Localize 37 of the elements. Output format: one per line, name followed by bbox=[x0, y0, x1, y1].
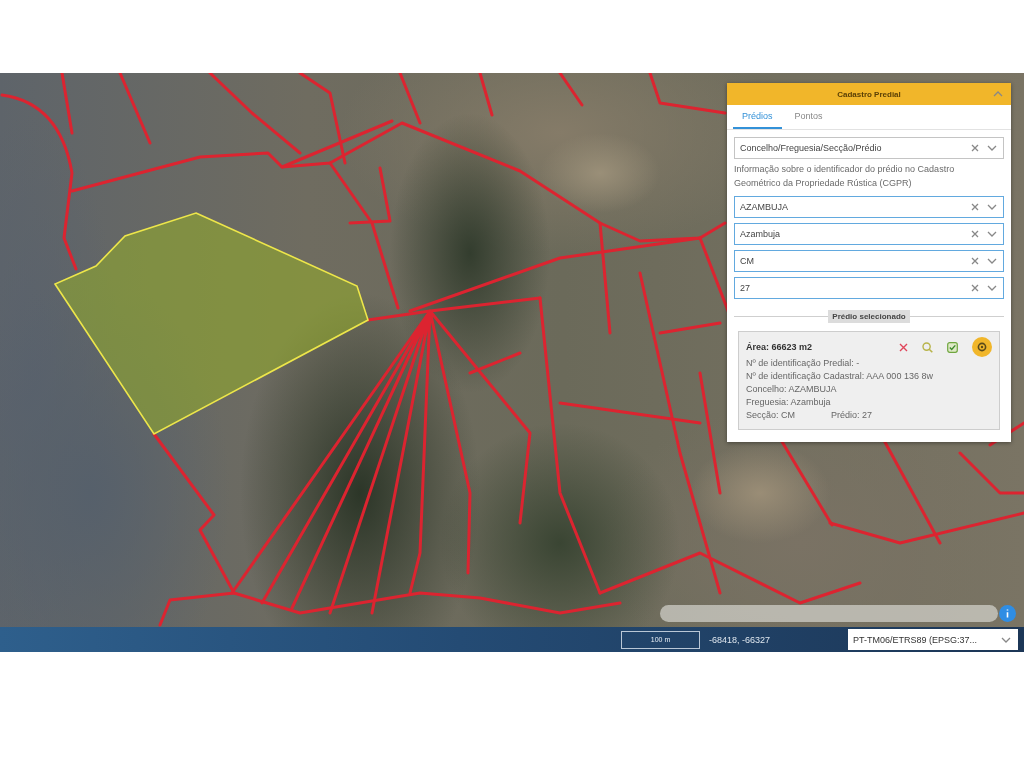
chevron-down-icon[interactable] bbox=[987, 145, 997, 151]
parcel-detail: Concelho: AZAMBUJA bbox=[746, 383, 838, 396]
close-icon[interactable] bbox=[899, 342, 908, 352]
chevron-down-icon[interactable] bbox=[1001, 636, 1011, 643]
parcel-detail: Freguesia: Azambuja bbox=[746, 396, 832, 409]
chevron-down-icon[interactable] bbox=[987, 258, 997, 264]
tab[interactable]: Pontos bbox=[785, 105, 832, 129]
info-icon[interactable] bbox=[999, 605, 1016, 622]
clear-icon[interactable] bbox=[971, 144, 979, 152]
help-text: Informação sobre o identificador do prédio no Cadastro Geométrico da Propriedade Rústica (CGPR) bbox=[734, 163, 956, 190]
search-icon[interactable] bbox=[922, 341, 933, 353]
parcel-detail: Prédio: 27 bbox=[831, 409, 873, 422]
clear-icon[interactable] bbox=[971, 203, 979, 211]
select-field[interactable]: AZAMBUJA bbox=[734, 196, 1004, 218]
section-label: Prédio selecionado bbox=[828, 310, 910, 323]
parcel-detail: Nº de identificação Predial: - bbox=[746, 357, 861, 370]
check-square-icon[interactable] bbox=[947, 341, 958, 353]
tab[interactable]: Prédios bbox=[733, 105, 782, 129]
parcel-detail: Secção: CM bbox=[746, 409, 796, 422]
parcel-area: Área: 66623 m2 bbox=[746, 342, 899, 352]
cursor-coordinates: -68418, -66327 bbox=[709, 634, 771, 645]
clear-icon[interactable] bbox=[971, 257, 979, 265]
selected-parcel[interactable] bbox=[53, 212, 369, 436]
chevron-down-icon[interactable] bbox=[987, 231, 997, 237]
select-field[interactable]: Azambuja bbox=[734, 223, 1004, 245]
select-field[interactable]: Concelho/Freguesia/Secção/Prédio bbox=[734, 137, 1004, 159]
chevron-down-icon[interactable] bbox=[987, 285, 997, 291]
panel-title: Cadastro Predial bbox=[837, 89, 901, 99]
select-field[interactable]: 27 bbox=[734, 277, 1004, 299]
target-icon[interactable] bbox=[972, 337, 992, 357]
select-field[interactable]: CM bbox=[734, 250, 1004, 272]
projection-select[interactable]: PT-TM06/ETRS89 (EPSG:37... bbox=[848, 629, 1018, 650]
chevron-up-icon[interactable] bbox=[993, 91, 1003, 97]
chevron-down-icon[interactable] bbox=[987, 204, 997, 210]
clear-icon[interactable] bbox=[971, 284, 979, 292]
clear-icon[interactable] bbox=[971, 230, 979, 238]
parcel-detail: Nº de identificação Cadastral: AAA 000 136 8w bbox=[746, 370, 934, 383]
